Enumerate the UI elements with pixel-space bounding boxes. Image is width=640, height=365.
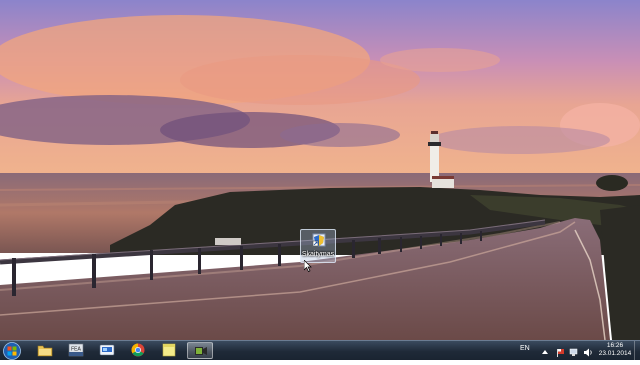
camtasia-recorder-icon (195, 347, 207, 355)
show-hidden-icon[interactable] (542, 350, 548, 354)
taskbar: FEA EN 16:26 23.01.2014 (0, 340, 640, 360)
network-icon[interactable] (569, 348, 578, 356)
media-center-icon (99, 344, 115, 356)
fea-app-icon: FEA (68, 343, 84, 357)
windows-orb-icon (3, 342, 21, 360)
mouse-cursor-icon (304, 260, 312, 272)
desktop-icon-skaitymas[interactable]: Skaitymas (300, 229, 336, 263)
system-clock[interactable]: 16:26 23.01.2014 (597, 342, 633, 358)
chrome-icon (131, 343, 145, 357)
taskbar-media-center[interactable] (94, 342, 120, 359)
desktop-icon-label: Skaitymas (301, 251, 335, 258)
system-tray (540, 345, 600, 357)
clock-time: 16:26 (606, 342, 624, 349)
taskbar-chrome[interactable] (125, 342, 151, 359)
taskbar-sticky-notes[interactable] (156, 342, 182, 359)
taskbar-fea-app[interactable]: FEA (63, 342, 89, 359)
show-desktop-button[interactable] (634, 341, 640, 360)
taskbar-windows-explorer[interactable] (32, 342, 58, 359)
language-indicator[interactable]: EN (520, 345, 530, 352)
fea-app-label: FEA (71, 347, 81, 353)
action-center-flag-icon[interactable] (557, 349, 564, 357)
desktop-wallpaper (0, 0, 640, 340)
taskbar-camtasia-recorder[interactable] (187, 342, 213, 359)
volume-icon[interactable] (584, 348, 592, 357)
start-button[interactable] (2, 342, 22, 360)
sticky-notes-icon (162, 343, 176, 357)
shortcut-shield-icon (312, 233, 326, 247)
windows-explorer-icon (37, 345, 53, 357)
clock-date: 23.01.2014 (598, 350, 632, 357)
